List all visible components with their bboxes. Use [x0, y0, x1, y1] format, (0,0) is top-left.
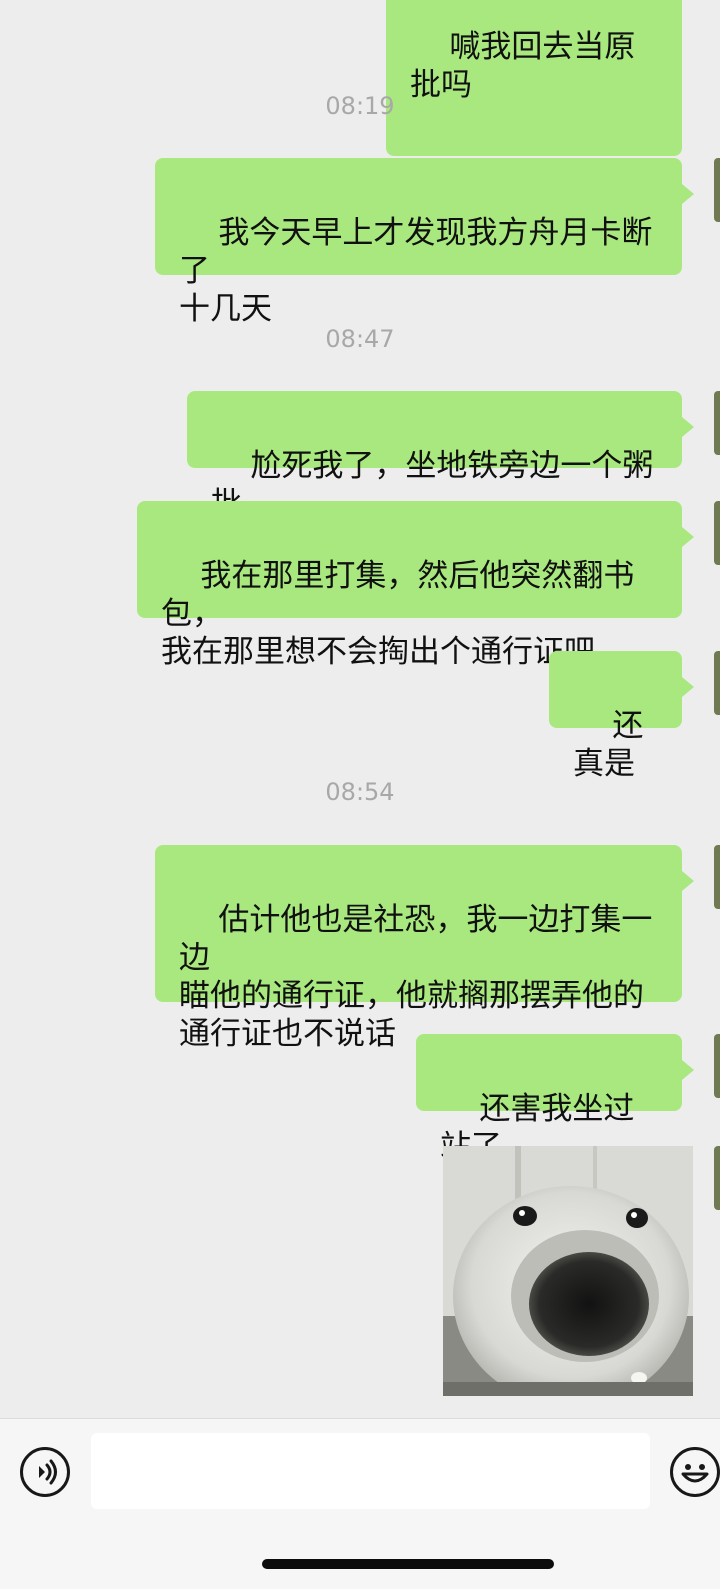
avatar[interactable] [714, 1034, 720, 1098]
avatar[interactable] [714, 501, 720, 565]
avatar[interactable] [714, 391, 720, 455]
message-timestamp: 08:54 [325, 778, 395, 806]
message-timestamp: 08:19 [325, 92, 395, 120]
avatar[interactable] [714, 845, 720, 909]
message-bubble[interactable]: 还害我坐过站了 [416, 1034, 694, 1165]
message-input[interactable] [91, 1433, 650, 1509]
dog-photo-image [443, 1146, 693, 1396]
message-bubble[interactable]: 我今天早上才发现我方舟月卡断了 十几天 [155, 158, 694, 327]
bubble-tail [682, 871, 694, 891]
bubble-tail [682, 677, 694, 697]
emoji-button[interactable] [670, 1447, 720, 1497]
home-indicator[interactable] [262, 1559, 554, 1569]
voice-icon [39, 1459, 57, 1485]
avatar[interactable] [714, 1146, 720, 1210]
bubble-tail [682, 417, 694, 437]
bubble-tail [682, 184, 694, 204]
message-bubble[interactable]: 尬死我了，坐地铁旁边一个粥批 [187, 391, 694, 522]
avatar[interactable] [714, 651, 720, 715]
message-bubble[interactable]: 喊我回去当原批吗 [386, 0, 682, 156]
voice-input-button[interactable] [20, 1447, 70, 1497]
message-text: 估计他也是社恐，我一边打集一边 瞄他的通行证，他就搁那摆弄他的 通行证也不说话 [179, 902, 653, 1052]
message-text: 我今天早上才发现我方舟月卡断了 十几天 [179, 215, 653, 327]
chat-input-bar [0, 1418, 720, 1589]
message-bubble[interactable]: 还真是 [549, 651, 694, 782]
message-bubble[interactable]: 估计他也是社恐，我一边打集一边 瞄他的通行证，他就搁那摆弄他的 通行证也不说话 [155, 845, 694, 1052]
bubble-tail [682, 527, 694, 547]
message-image[interactable] [443, 1146, 693, 1396]
emoji-icon [681, 1464, 709, 1483]
bubble-tail [682, 1060, 694, 1080]
message-text: 还真是 [573, 708, 644, 782]
message-timestamp: 08:47 [325, 325, 395, 353]
avatar[interactable] [714, 158, 720, 222]
message-bubble[interactable]: 我在那里打集，然后他突然翻书包， 我在那里想不会掏出个通行证吧 [137, 501, 694, 670]
chat-message-list[interactable]: 喊我回去当原批吗 08:19 我今天早上才发现我方舟月卡断了 十几天 08:47… [0, 0, 720, 1418]
